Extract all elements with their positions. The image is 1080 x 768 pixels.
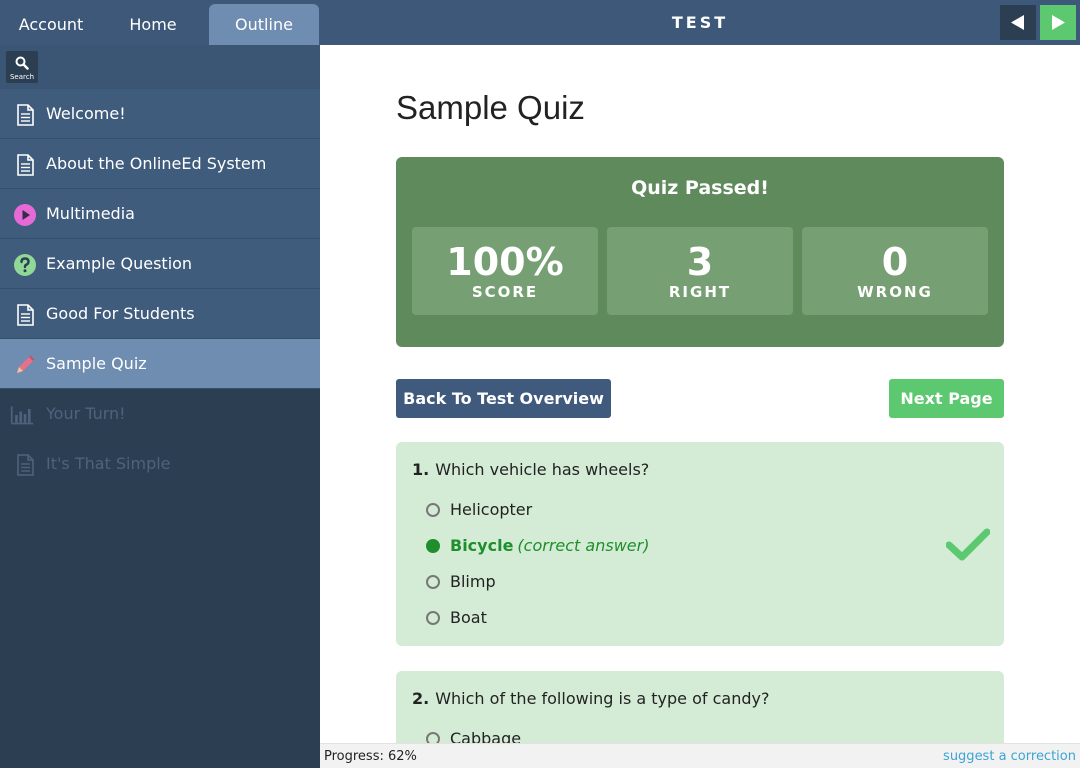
option-label-wrapper: Bicycle (correct answer) — [450, 534, 649, 558]
question-icon — [14, 254, 36, 276]
question-number: 1. — [412, 460, 430, 479]
radio-button — [426, 503, 440, 517]
sidebar-item-about[interactable]: About the OnlineEd System — [0, 139, 320, 189]
radio-button-selected — [426, 539, 440, 553]
search-strip: Search — [0, 45, 320, 89]
arrow-right-icon — [1052, 15, 1065, 30]
question-text: 1. Which vehicle has wheels? — [412, 460, 649, 479]
sidebar-item-label: Good For Students — [46, 304, 195, 323]
question-prompt: Which vehicle has wheels? — [435, 460, 650, 479]
tab-home[interactable]: Home — [102, 4, 204, 45]
sidebar-item-your-turn: Your Turn! — [0, 389, 320, 439]
document-icon — [17, 154, 34, 176]
sidebar-item-label: Welcome! — [46, 104, 126, 123]
footer-bar: Progress: 62% suggest a correction — [320, 743, 1080, 768]
score-label: SCORE — [471, 283, 539, 301]
question-text: 2. Which of the following is a type of ca… — [412, 689, 769, 708]
sidebar-item-good-for-students[interactable]: Good For Students — [0, 289, 320, 339]
sidebar-item-welcome[interactable]: Welcome! — [0, 89, 320, 139]
question-prompt: Which of the following is a type of cand… — [435, 689, 770, 708]
question-card: 1. Which vehicle has wheels? Helicopter B… — [396, 442, 1004, 646]
previous-page-button[interactable] — [1000, 5, 1036, 40]
option-label: Helicopter — [450, 500, 533, 519]
score-value: 100% — [446, 240, 564, 284]
sidebar-item-its-that-simple: It's That Simple — [0, 439, 320, 489]
arrow-left-icon — [1011, 15, 1024, 30]
sidebar-item-label: Your Turn! — [46, 404, 126, 423]
tab-outline[interactable]: Outline — [209, 4, 319, 45]
page-title: Sample Quiz — [396, 89, 585, 126]
question-number: 2. — [412, 689, 430, 708]
radio-button — [426, 732, 440, 743]
next-page-arrow-button[interactable] — [1040, 5, 1076, 40]
result-title: Quiz Passed! — [631, 177, 769, 199]
back-to-test-overview-button[interactable]: Back To Test Overview — [396, 379, 611, 418]
option-label: Bicycle — [450, 536, 514, 555]
search-icon — [15, 56, 29, 70]
suggest-correction-link[interactable]: suggest a correction — [943, 744, 1076, 768]
right-value: 3 — [686, 240, 714, 284]
progress-text: Progress: 62% — [324, 749, 417, 764]
option-label: Blimp — [450, 572, 496, 591]
tab-account[interactable]: Account — [0, 4, 102, 45]
app-title: TEST — [671, 13, 729, 32]
document-icon — [17, 454, 34, 476]
next-page-button[interactable]: Next Page — [889, 379, 1004, 418]
option-label: Boat — [450, 608, 487, 627]
play-icon — [14, 204, 36, 226]
document-icon — [17, 304, 34, 326]
sidebar-item-label: It's That Simple — [46, 454, 171, 473]
sidebar-item-label: About the OnlineEd System — [46, 154, 267, 173]
radio-button — [426, 575, 440, 589]
wrong-value: 0 — [881, 240, 909, 284]
sidebar-tabs: Account Home Outline — [0, 0, 320, 45]
main-content: Sample Quiz Quiz Passed! 100% SCORE 3 RI… — [320, 45, 1080, 743]
wrong-label: WRONG — [857, 283, 933, 301]
top-header: TEST — [320, 0, 1080, 45]
sidebar-item-multimedia[interactable]: Multimedia — [0, 189, 320, 239]
checkmark-icon — [946, 528, 990, 561]
option-label: Cabbage — [450, 729, 522, 743]
right-stat: 3 RIGHT — [607, 227, 793, 315]
pencil-icon — [17, 355, 35, 373]
question-card: 2. Which of the following is a type of ca… — [396, 671, 1004, 743]
quiz-result-panel: Quiz Passed! 100% SCORE 3 RIGHT 0 WRONG — [396, 157, 1004, 347]
document-icon — [17, 104, 34, 126]
search-label: Search — [9, 73, 35, 81]
sidebar-item-label: Sample Quiz — [46, 354, 147, 373]
score-stat: 100% SCORE — [412, 227, 598, 315]
sidebar-item-example-question[interactable]: Example Question — [0, 239, 320, 289]
radio-button — [426, 611, 440, 625]
right-label: RIGHT — [668, 283, 732, 301]
sidebar: Account Home Outline Search Welcome! Abo… — [0, 0, 320, 768]
correct-answer-note: (correct answer) — [517, 536, 650, 555]
sidebar-item-sample-quiz[interactable]: Sample Quiz — [0, 339, 320, 389]
chart-icon — [10, 406, 34, 425]
wrong-stat: 0 WRONG — [802, 227, 988, 315]
search-button[interactable]: Search — [6, 51, 38, 83]
sidebar-item-label: Multimedia — [46, 204, 135, 223]
sidebar-item-label: Example Question — [46, 254, 193, 273]
